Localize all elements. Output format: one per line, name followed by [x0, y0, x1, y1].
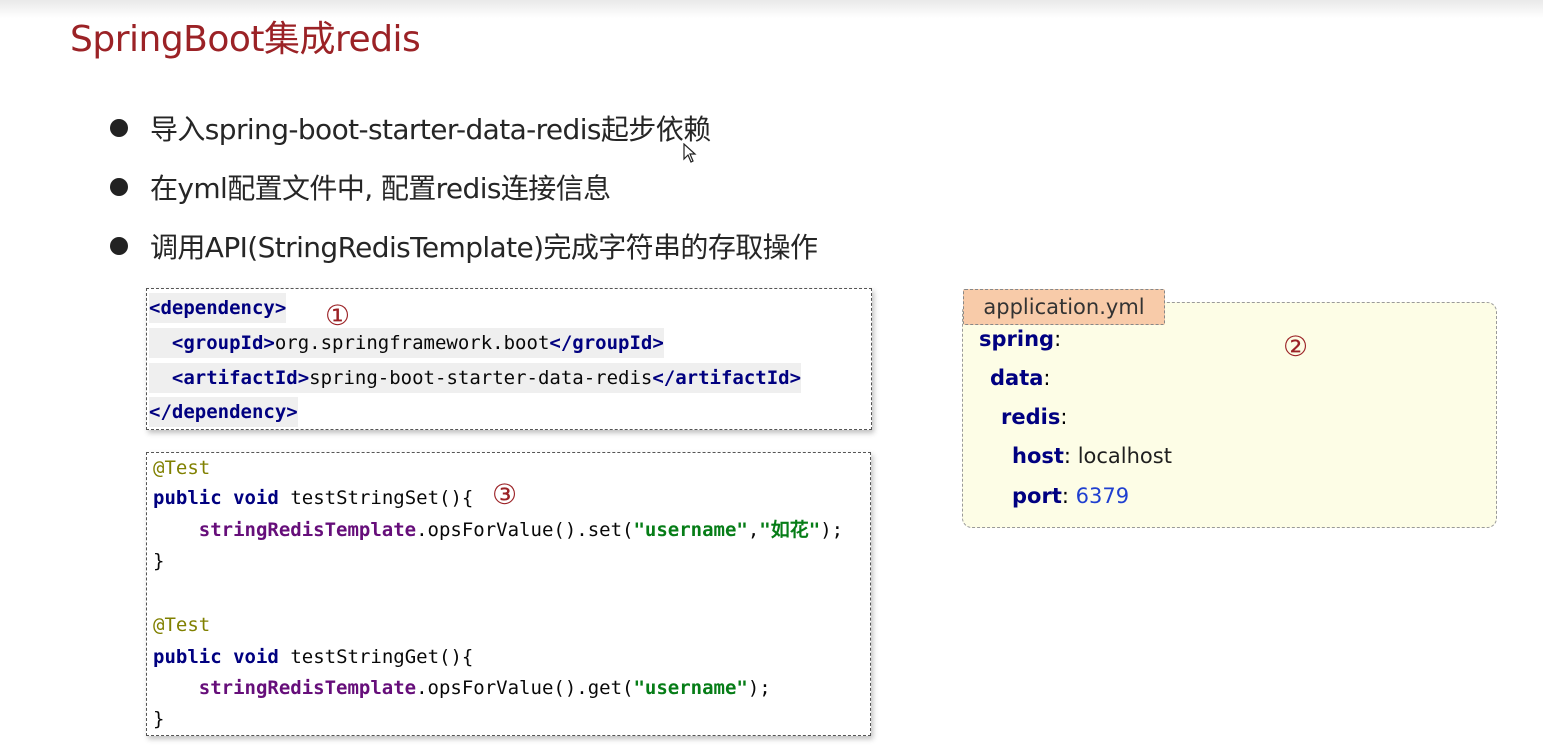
code-line: <artifactId>spring-boot-starter-data-red…	[149, 363, 802, 393]
bullet-text: 调用API(StringRedisTemplate)完成字符串的存取操作	[150, 230, 818, 264]
slide-title: SpringBoot集成redis	[70, 19, 421, 60]
bullet-dot-icon	[110, 236, 128, 255]
bullet-item: 在yml配置文件中, 配置redis连接信息	[110, 157, 817, 216]
code-line: @Test	[153, 614, 211, 636]
code-line: public void testStringGet(){	[153, 646, 474, 668]
code-line: }	[153, 550, 165, 572]
mouse-cursor-icon	[683, 143, 697, 163]
yml-line: redis:	[1001, 405, 1068, 429]
code-line: @Test	[153, 457, 211, 479]
yml-file-tab: application.yml	[963, 289, 1165, 325]
bullet-dot-icon	[110, 118, 128, 137]
code-line: stringRedisTemplate.opsForValue().get("u…	[198, 677, 771, 699]
marker-two: ②	[1283, 330, 1309, 363]
bullet-list: 导入spring-boot-starter-data-redis起步依赖 在ym…	[110, 98, 818, 275]
code-line: public void testStringSet(){	[153, 487, 474, 509]
bullet-item: 导入spring-boot-starter-data-redis起步依赖	[110, 98, 817, 157]
bullet-item: 调用API(StringRedisTemplate)完成字符串的存取操作	[110, 216, 818, 275]
dependency-code-block: <dependency> <groupId>org.springframewor…	[146, 288, 872, 430]
bullet-dot-icon	[110, 177, 128, 196]
code-line: stringRedisTemplate.opsForValue().set("u…	[198, 519, 844, 541]
bullet-text: 在yml配置文件中, 配置redis连接信息	[150, 171, 611, 205]
marker-three: ③	[492, 478, 518, 511]
code-line: <groupId>org.springframework.boot</group…	[149, 328, 664, 358]
yml-line: data:	[990, 366, 1051, 390]
code-line: }	[153, 708, 165, 730]
code-line: </dependency>	[149, 397, 298, 427]
code-line: <dependency>	[149, 293, 287, 323]
yml-line: host: localhost	[1012, 444, 1172, 468]
bullet-text: 导入spring-boot-starter-data-redis起步依赖	[150, 112, 711, 146]
yml-line: spring:	[979, 327, 1062, 351]
yml-line: port: 6379	[1012, 484, 1130, 508]
marker-one: ①	[325, 299, 351, 332]
